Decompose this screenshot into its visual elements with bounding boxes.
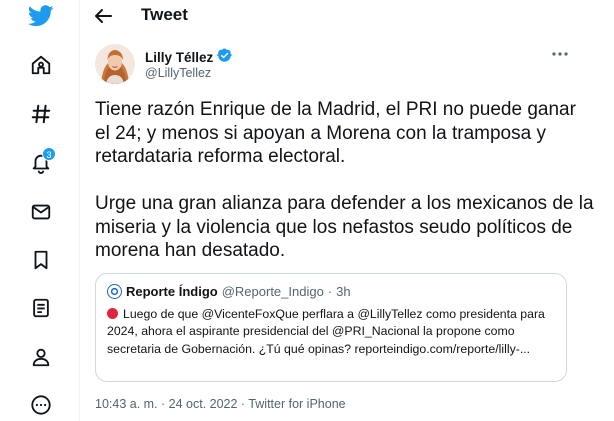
tweet-timestamp-source: 10:43 a. m. · 24 oct. 2022 · Twitter for…	[95, 397, 346, 411]
red-circle-emoji-icon	[107, 308, 118, 319]
verified-badge-icon	[217, 48, 233, 66]
notifications-badge: 3	[42, 147, 56, 161]
author-handle[interactable]: @LillyTellez	[145, 66, 211, 80]
quoted-tweet-body: Luego de que @VicenteFoxQue perflara a @…	[107, 306, 559, 358]
notifications-bell-icon[interactable]: 3	[21, 143, 61, 183]
more-horizontal-icon[interactable]	[550, 48, 570, 60]
author-name-text: Lilly Téllez	[145, 49, 214, 65]
quoted-tweet-time: 3h	[336, 284, 351, 299]
tweet-text: Tiene razón Enrique de la Madrid, el PRI…	[95, 99, 594, 261]
quoted-author-name: Reporte Índigo	[126, 284, 218, 299]
more-circle-icon[interactable]	[21, 385, 61, 421]
home-icon[interactable]	[21, 45, 61, 85]
explore-hashtag-icon[interactable]	[21, 94, 61, 134]
bookmarks-icon[interactable]	[21, 240, 61, 280]
lists-icon[interactable]	[21, 288, 61, 328]
quoted-tweet-header: Reporte Índigo @Reporte_Indigo · 3h	[107, 284, 351, 299]
twitter-logo-icon[interactable]	[21, 0, 61, 36]
author-avatar[interactable]	[95, 44, 135, 84]
left-nav: 3	[0, 0, 80, 421]
author-name[interactable]: Lilly Téllez	[145, 48, 233, 66]
quoted-tweet-card[interactable]: Reporte Índigo @Reporte_Indigo · 3h Lueg…	[95, 273, 567, 382]
quoted-separator: ·	[327, 284, 333, 299]
quoted-author-avatar	[107, 284, 122, 299]
tweet-header: Tweet	[80, 0, 614, 32]
profile-icon[interactable]	[21, 337, 61, 377]
quoted-author-handle: @Reporte_Indigo	[221, 284, 324, 299]
messages-envelope-icon[interactable]	[21, 192, 61, 232]
quoted-tweet-text: Luego de que @VicenteFoxQue perflara a @…	[107, 307, 545, 356]
page-title: Tweet	[141, 5, 188, 24]
tweet-detail-column: Tweet Lilly Téllez @LillyTellez Tiene ra…	[79, 0, 614, 421]
arrow-left-icon[interactable]	[90, 4, 116, 28]
